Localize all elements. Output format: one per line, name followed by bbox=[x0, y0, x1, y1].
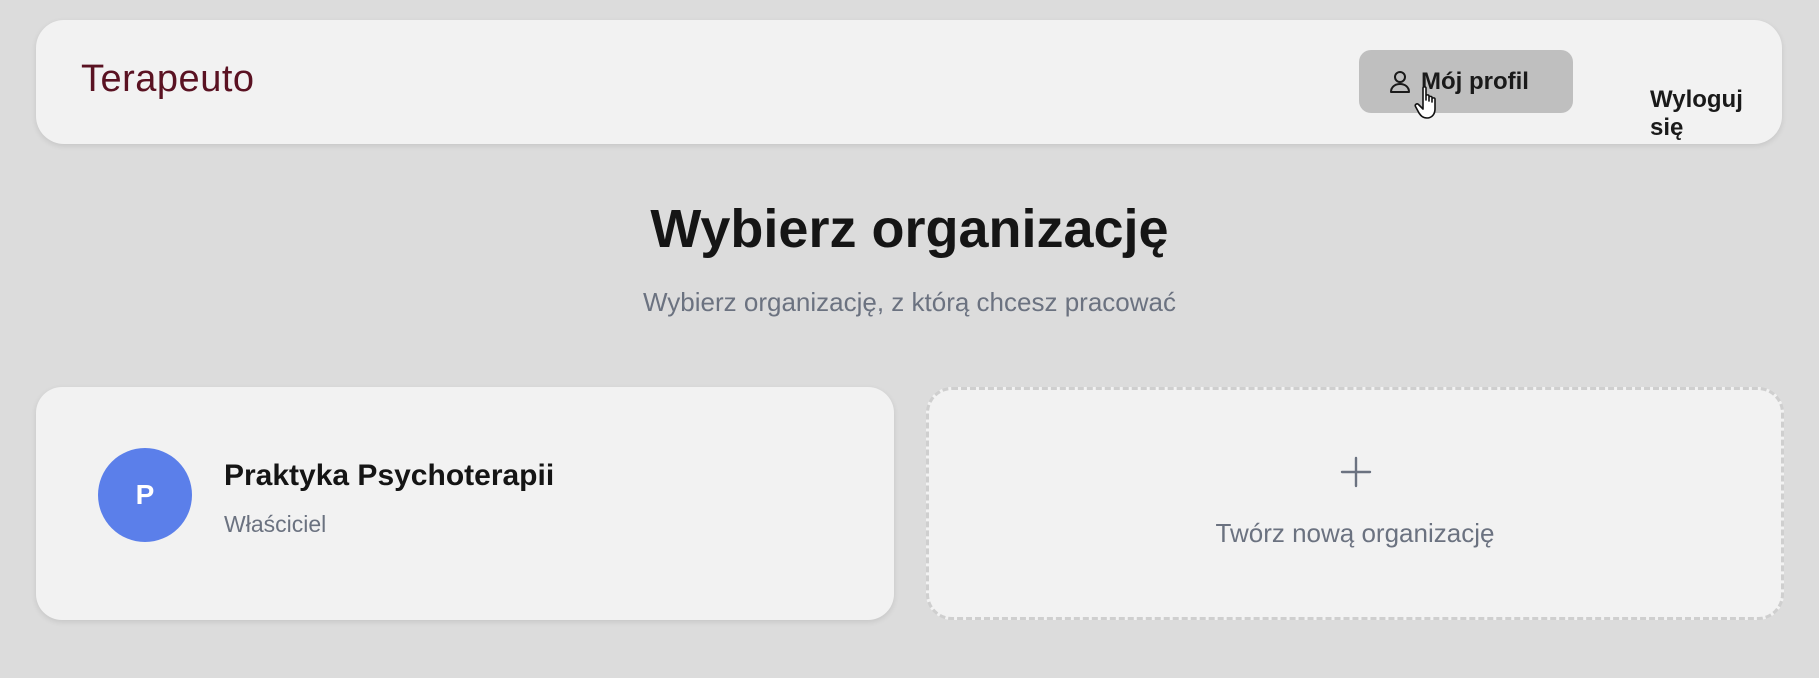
my-profile-button[interactable]: Mój profil bbox=[1359, 50, 1573, 113]
organization-name: Praktyka Psychoterapii bbox=[224, 459, 555, 492]
page-subtitle: Wybierz organizację, z którą chcesz prac… bbox=[643, 287, 1176, 317]
logout-button[interactable]: Wyloguj się bbox=[1650, 86, 1782, 142]
my-profile-label: Mój profil bbox=[1421, 67, 1529, 95]
app-logo[interactable]: Terapeuto bbox=[81, 58, 255, 101]
organization-avatar: P bbox=[98, 448, 192, 542]
organization-card[interactable]: P Praktyka Psychoterapii Właściciel bbox=[36, 387, 894, 620]
create-organization-label: Twórz nową organizację bbox=[1215, 518, 1495, 548]
page-title: Wybierz organizację bbox=[650, 199, 1169, 259]
user-icon bbox=[1387, 69, 1413, 95]
create-organization-card[interactable]: Twórz nową organizację bbox=[926, 387, 1784, 620]
top-navbar: Terapeuto Mój profil Wyloguj się bbox=[36, 20, 1782, 144]
plus-icon bbox=[1340, 456, 1372, 488]
organization-role: Właściciel bbox=[224, 511, 327, 537]
